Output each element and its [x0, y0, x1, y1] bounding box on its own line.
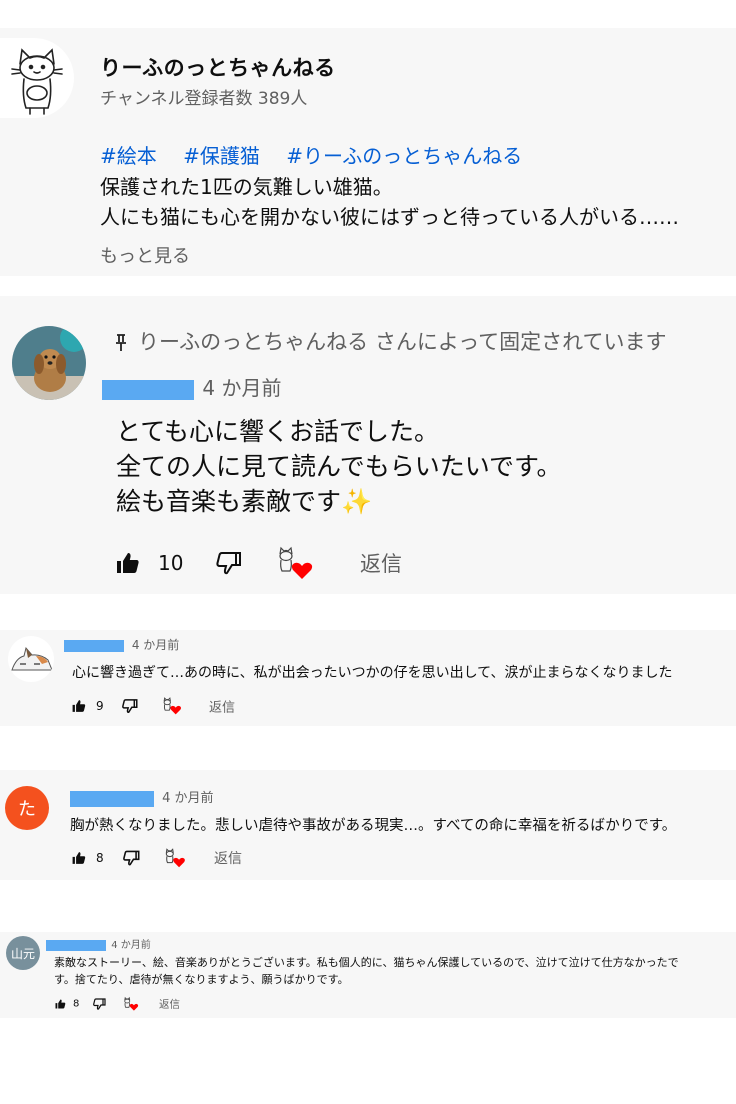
comment-line: 全ての人に見て読んでもらいたいです。 [116, 452, 562, 481]
comment-header: 4 か月前 [102, 372, 281, 401]
avatar-initial: 山元 [10, 946, 35, 961]
pinned-by-label: りーふのっとちゃんねる さんによって固定されています [114, 326, 667, 356]
comment-text: 素敵なストーリー、絵、音楽ありがとうございます。私も個人的に、猫ちゃん保護してい… [54, 954, 679, 988]
description-line: 保護された1匹の気難しい雄猫。 [100, 175, 393, 199]
pin-icon [114, 333, 128, 353]
channel-description-card: りーふのっとちゃんねる チャンネル登録者数 389人 #絵本 #保護猫 #りーふ… [0, 28, 736, 276]
comment-thread: 4 か月前 心に響き過ぎて…あの時に、私が出会ったいつかの仔を思い出して、涙が止… [0, 630, 736, 726]
comment-line: す。捨てたり、虐待が無くなりますよう、願うばかりです。 [54, 973, 349, 986]
comment-actions: 9 返信 [72, 696, 252, 716]
comment-text: 胸が熱くなりました。悲しい虐待や事故がある現実…。すべての命に幸福を祈るばかりで… [70, 818, 677, 834]
comment-header: 4 か月前 [64, 636, 179, 653]
video-description: 保護された1匹の気難しい雄猫。 人にも猫にも心を開かない彼にはずっと待っている人… [100, 172, 679, 232]
thumbs-down-icon[interactable] [216, 551, 242, 575]
thumbs-down-icon[interactable] [123, 850, 140, 866]
comment-time[interactable]: 4 か月前 [162, 791, 213, 806]
comment-time[interactable]: 4 か月前 [202, 376, 281, 400]
pinned-comment: りーふのっとちゃんねる さんによって固定されています 4 か月前 とても心に響く… [0, 296, 736, 594]
like-count: 8 [96, 851, 104, 865]
creator-heart-icon [162, 697, 182, 716]
redacted-username[interactable] [102, 379, 194, 400]
subscriber-count: チャンネル登録者数 389人 [100, 89, 308, 109]
comment-actions: 10 返信 [116, 546, 436, 580]
comment-header: 4 か月前 [46, 936, 151, 951]
like-count: 9 [96, 699, 104, 713]
calico-cat-avatar [11, 646, 53, 671]
commenter-avatar[interactable]: た [5, 786, 49, 830]
creator-heart-icon [164, 848, 186, 869]
commenter-avatar[interactable]: 山元 [6, 936, 40, 970]
cat-mascot-icon [11, 48, 63, 115]
thumbs-up-icon[interactable] [72, 852, 86, 865]
like-count: 10 [158, 551, 184, 575]
comment-time[interactable]: 4 か月前 [132, 638, 179, 652]
creator-heart-icon [123, 996, 139, 1012]
comment-actions: 8 返信 [55, 996, 195, 1012]
thumbs-down-icon[interactable] [93, 998, 106, 1010]
dog-photo-avatar [12, 326, 86, 400]
channel-name[interactable]: りーふのっとちゃんねる [100, 52, 336, 82]
comment-line: とても心に響くお話でした。 [116, 417, 440, 446]
redacted-username[interactable] [64, 639, 124, 652]
reply-button[interactable]: 返信 [360, 548, 402, 578]
thumbs-up-icon[interactable] [116, 552, 140, 574]
hashtag-list: #絵本 #保護猫 #りーふのっとちゃんねる [100, 140, 542, 169]
reply-button[interactable]: 返信 [214, 848, 242, 868]
commenter-avatar[interactable] [12, 326, 86, 400]
comment-line: 素敵なストーリー、絵、音楽ありがとうございます。私も個人的に、猫ちゃん保護してい… [54, 956, 679, 969]
reply-button[interactable]: 返信 [209, 697, 235, 716]
thumbs-down-icon[interactable] [122, 699, 138, 714]
hashtag-link[interactable]: #絵本 [100, 144, 157, 168]
commenter-avatar[interactable] [8, 636, 54, 682]
redacted-username[interactable] [70, 790, 154, 807]
comment-text: 心に響き過ぎて…あの時に、私が出会ったいつかの仔を思い出して、涙が止まらなくなり… [72, 665, 673, 681]
redacted-username[interactable] [46, 939, 106, 951]
avatar-initial: た [18, 799, 36, 820]
comment-thread: た 4 か月前 胸が熱くなりました。悲しい虐待や事故がある現実…。すべての命に幸… [0, 770, 736, 880]
comment-text: とても心に響くお話でした。 全ての人に見て読んでもらいたいです。 絵も音楽も素敵… [116, 414, 562, 519]
like-count: 8 [73, 998, 80, 1010]
comment-header: 4 か月前 [70, 787, 214, 807]
thumbs-up-icon[interactable] [55, 999, 66, 1009]
comment-thread: 山元 4 か月前 素敵なストーリー、絵、音楽ありがとうございます。私も個人的に、… [0, 932, 736, 1018]
reply-button[interactable]: 返信 [159, 997, 180, 1012]
comment-actions: 8 返信 [72, 848, 262, 868]
creator-heart-icon [276, 545, 314, 581]
hashtag-link[interactable]: #保護猫 [183, 144, 260, 168]
comment-line: 絵も音楽も素敵です✨ [116, 487, 373, 516]
thumbs-up-icon[interactable] [72, 700, 86, 713]
hashtag-link[interactable]: #りーふのっとちゃんねる [286, 144, 522, 168]
show-more-button[interactable]: もっと見る [100, 242, 190, 268]
channel-avatar[interactable] [0, 38, 74, 118]
sparkles-emoji: ✨ [341, 487, 373, 516]
comment-time[interactable]: 4 か月前 [111, 940, 151, 951]
description-line: 人にも猫にも心を開かない彼にはずっと待っている人がいる…… [100, 205, 679, 229]
